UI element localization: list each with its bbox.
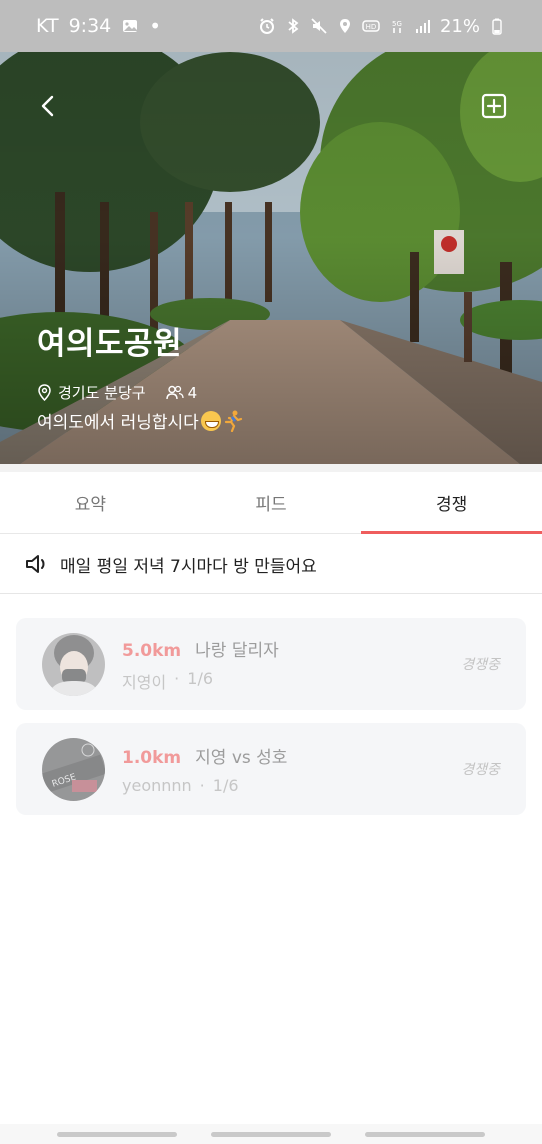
status-bar: KT 9:34 • HD 5G 21%	[0, 0, 542, 52]
battery-percent: 21%	[439, 15, 480, 37]
member-count-value: 4	[187, 383, 198, 402]
alarm-icon	[258, 17, 276, 35]
competition-list: 5.0km 나랑 달리자 지영이 · 1/6 경쟁중 ROSE 1.0km 지영…	[0, 595, 542, 1124]
signal-icon	[414, 17, 432, 35]
competition-card[interactable]: 5.0km 나랑 달리자 지영이 · 1/6 경쟁중	[16, 618, 526, 710]
tab-summary[interactable]: 요약	[0, 472, 181, 533]
dot-icon: •	[149, 14, 162, 38]
competition-name: 지영 vs 성호	[195, 748, 288, 768]
nav-recents-button[interactable]	[57, 1131, 177, 1137]
host-name: yeonnnn	[122, 776, 192, 795]
hero-banner: 여의도공원 경기도 분당구 4 여의도에서 러닝합시다	[0, 52, 542, 464]
add-button[interactable]	[476, 88, 512, 124]
running-person-emoji	[224, 410, 242, 432]
status-badge: 경쟁중	[461, 657, 500, 673]
distance-label: 1.0km	[122, 748, 182, 768]
people-icon	[165, 385, 184, 400]
nav-home-button[interactable]	[211, 1131, 331, 1137]
location-label: 경기도 분당구	[58, 384, 146, 402]
image-icon	[121, 17, 139, 35]
battery-icon	[488, 17, 506, 35]
card-info: 1.0km 지영 vs 성호 yeonnnn · 1/6	[122, 743, 287, 795]
participant-count: 1/6	[187, 668, 214, 688]
distance-label: 5.0km	[122, 640, 182, 661]
plus-square-icon	[481, 93, 507, 119]
svg-text:HD: HD	[366, 23, 377, 31]
hero-divider	[0, 464, 542, 472]
room-description: 여의도에서 러닝합시다	[37, 408, 243, 433]
tab-feed[interactable]: 피드	[181, 472, 362, 533]
5g-icon: 5G	[388, 17, 406, 35]
member-count: 4	[165, 383, 198, 402]
separator-dot: ·	[199, 776, 205, 795]
svg-text:5G: 5G	[392, 20, 402, 28]
notice-bar[interactable]: 매일 평일 저녁 7시마다 방 만들어요	[0, 535, 542, 594]
bluetooth-icon	[284, 17, 302, 35]
competition-name: 나랑 달리자	[195, 640, 279, 661]
nav-back-button[interactable]	[365, 1131, 485, 1137]
grinning-face-emoji	[200, 410, 221, 431]
page-title: 여의도공원	[37, 326, 183, 362]
speaker-icon	[26, 555, 45, 573]
tab-competition[interactable]: 경쟁	[361, 472, 542, 534]
chevron-left-icon	[41, 95, 54, 117]
hd-icon: HD	[362, 17, 380, 35]
host-name: 지영이	[122, 672, 167, 692]
separator-dot: ·	[174, 668, 180, 688]
mute-icon	[310, 17, 328, 35]
hero-meta: 경기도 분당구 4	[37, 382, 197, 403]
notice-text: 매일 평일 저녁 7시마다 방 만들어요	[60, 556, 317, 577]
carrier-label: KT	[36, 15, 59, 37]
location-icon	[336, 17, 354, 35]
status-time: 9:34	[68, 15, 112, 37]
system-nav-bar	[0, 1124, 542, 1144]
back-button[interactable]	[30, 88, 66, 124]
description-text: 여의도에서 러닝합시다	[37, 413, 199, 433]
avatar	[42, 632, 105, 696]
competition-card[interactable]: ROSE 1.0km 지영 vs 성호 yeonnnn · 1/6 경쟁중	[16, 723, 526, 815]
avatar: ROSE	[42, 737, 105, 801]
location-pin-icon	[38, 384, 51, 401]
card-info: 5.0km 나랑 달리자 지영이 · 1/6	[122, 636, 279, 693]
status-badge: 경쟁중	[461, 762, 500, 778]
tab-bar: 요약 피드 경쟁	[0, 472, 542, 534]
participant-count: 1/6	[212, 776, 239, 795]
